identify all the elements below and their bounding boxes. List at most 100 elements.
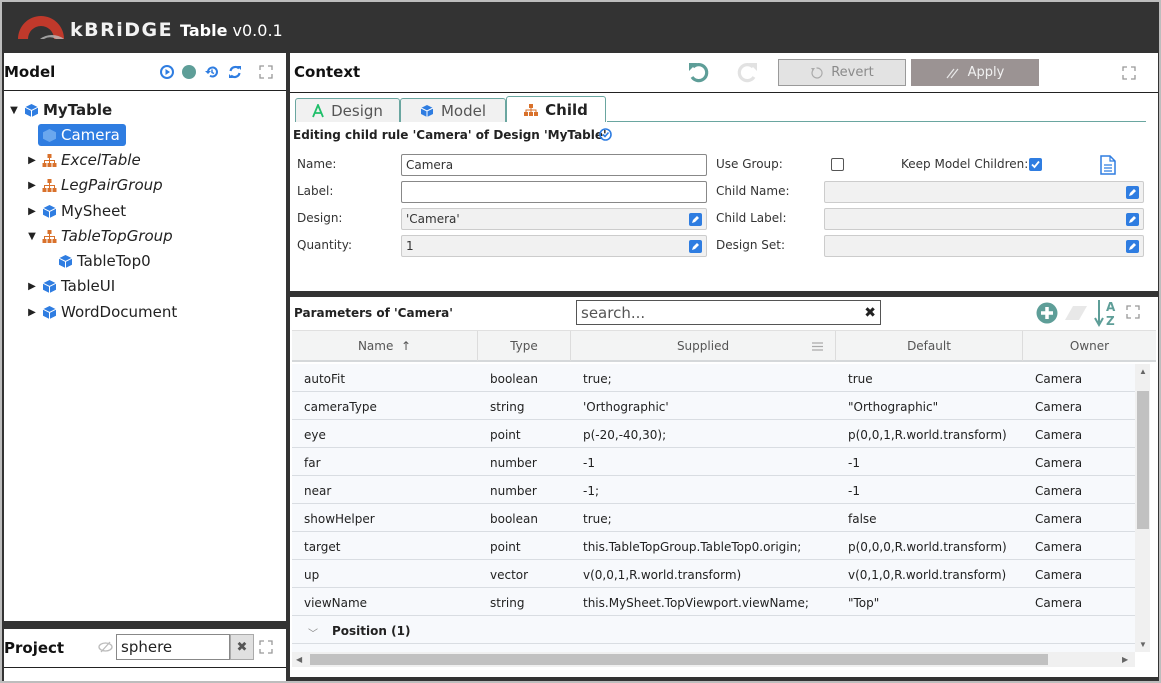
tree-item-tabletopgroup[interactable]: ▼ TableTopGroup [26, 225, 173, 247]
quantity-input[interactable]: 1 [401, 235, 707, 257]
parameter-row[interactable]: autoFit boolean true; true Camera [292, 364, 1135, 392]
vertical-scroll-thumb[interactable] [1137, 391, 1149, 529]
tree-item-tableui[interactable]: ▶ TableUI [26, 275, 115, 297]
tab-child[interactable]: Child [506, 96, 606, 122]
expand-icon[interactable] [1126, 305, 1140, 319]
history-icon[interactable] [205, 65, 219, 79]
scroll-left-icon[interactable]: ◀ [296, 655, 302, 664]
child-label-input[interactable] [824, 208, 1144, 230]
tree-item-tabletop0[interactable]: TableTop0 [42, 250, 151, 272]
check-circle-icon[interactable] [599, 128, 612, 141]
column-header-type[interactable]: Type [478, 331, 571, 361]
tree-item-mytable[interactable]: ▼ MyTable [8, 99, 112, 121]
caret-down-icon[interactable]: ▼ [26, 231, 38, 242]
design-a-icon [312, 103, 324, 117]
edit-child-label-pencil-icon[interactable] [1126, 213, 1139, 226]
group-row-position[interactable]: ﹀ Position (1) [292, 616, 1135, 644]
cell-supplied[interactable]: this.TableTopGroup.TableTop0.origin; [583, 540, 801, 554]
caret-right-icon[interactable]: ▶ [26, 155, 38, 166]
caret-down-icon[interactable]: ▼ [8, 105, 20, 116]
cube-icon [42, 279, 57, 294]
refresh-icon[interactable] [228, 65, 242, 79]
horizontal-scroll-thumb[interactable] [310, 654, 1048, 665]
parameter-row[interactable]: cameraType string 'Orthographic' "Orthograp… [292, 392, 1135, 420]
vertical-scrollbar[interactable]: ▲ ▼ [1135, 364, 1150, 652]
hierarchy-icon [524, 103, 539, 116]
project-search-input[interactable]: sphere [116, 634, 230, 660]
cell-supplied[interactable]: v(0,0,1,R.world.transform) [583, 568, 741, 582]
cell-name: target [304, 540, 341, 554]
design-set-input[interactable] [824, 235, 1144, 257]
tree-item-label: Camera [61, 126, 120, 144]
redo-icon[interactable] [735, 60, 759, 84]
column-header-default[interactable]: Default [836, 331, 1023, 361]
edit-quantity-pencil-icon[interactable] [689, 240, 702, 253]
parameter-row[interactable]: viewName string this.MySheet.TopViewport.v… [292, 588, 1135, 616]
search-clear-icon[interactable]: ✖ [864, 305, 876, 321]
edit-child-name-pencil-icon[interactable] [1126, 186, 1139, 199]
cell-type: boolean [490, 512, 538, 526]
cell-supplied[interactable]: true; [583, 372, 612, 386]
scroll-down-icon[interactable]: ▼ [1139, 640, 1147, 649]
tree-item-mysheet[interactable]: ▶ MySheet [26, 200, 126, 222]
parameter-row[interactable]: far number -1 -1 Camera [292, 448, 1135, 476]
app-title: Table v0.0.1 [180, 21, 283, 40]
design-input[interactable]: 'Camera' [401, 208, 707, 230]
column-header-name[interactable]: Name ↑ [292, 331, 478, 361]
tree-item-camera[interactable]: Camera [38, 124, 126, 146]
parameter-row[interactable]: up vector v(0,0,1,R.world.transform) v(0,1,… [292, 560, 1135, 588]
cell-supplied[interactable]: 'Orthographic' [583, 400, 669, 414]
keep-model-children-checkbox[interactable] [1029, 158, 1042, 171]
document-icon[interactable] [1100, 155, 1116, 175]
cell-name: up [304, 568, 320, 582]
cell-supplied[interactable]: this.MySheet.TopViewport.viewName; [583, 596, 809, 610]
column-menu-icon[interactable] [812, 342, 823, 351]
expand-icon[interactable] [1122, 66, 1136, 80]
horizontal-scrollbar[interactable]: ◀ ▶ [292, 652, 1135, 667]
caret-right-icon[interactable]: ▶ [26, 307, 38, 318]
cell-supplied[interactable]: p(-20,-40,30); [583, 428, 666, 442]
edit-design-pencil-icon[interactable] [689, 213, 702, 226]
name-input[interactable]: Camera [401, 154, 707, 176]
caret-right-icon[interactable]: ▶ [26, 206, 38, 217]
add-parameter-icon[interactable] [1036, 302, 1058, 324]
cell-supplied[interactable]: true; [583, 512, 612, 526]
project-search-clear-button[interactable]: ✖ [230, 634, 254, 660]
scroll-up-icon[interactable]: ▲ [1139, 367, 1147, 376]
eye-slash-icon[interactable] [98, 641, 113, 653]
tree-item-worddocument[interactable]: ▶ WordDocument [26, 301, 177, 323]
use-group-checkbox[interactable] [831, 158, 844, 171]
tab-model[interactable]: Model [400, 98, 506, 122]
parameter-row[interactable]: eye point p(-20,-40,30); p(0,0,1,R.world.tr… [292, 420, 1135, 448]
column-name-label: Name [357, 339, 394, 353]
chevron-down-icon[interactable]: ﹀ [308, 625, 318, 640]
edit-design-set-pencil-icon[interactable] [1126, 240, 1139, 253]
eraser-icon[interactable] [1063, 304, 1089, 322]
cell-supplied[interactable]: -1; [583, 484, 599, 498]
parameter-row[interactable]: target point this.TableTopGroup.TableTop0.… [292, 532, 1135, 560]
caret-right-icon[interactable]: ▶ [26, 180, 38, 191]
parameters-search-input[interactable]: search... ✖ [576, 300, 881, 325]
column-header-owner[interactable]: Owner [1023, 331, 1156, 361]
expand-icon[interactable] [259, 65, 273, 79]
child-name-input[interactable] [824, 181, 1144, 203]
caret-right-icon[interactable]: ▶ [26, 281, 38, 292]
apply-button[interactable]: Apply [911, 59, 1039, 86]
parameter-row[interactable]: showHelper boolean true; false Camera [292, 504, 1135, 532]
play-circle-icon[interactable] [160, 65, 174, 79]
column-header-supplied[interactable]: Supplied [571, 331, 836, 361]
tree-item-label: MyTable [43, 101, 113, 119]
label-input[interactable] [401, 181, 707, 203]
tree-item-exceltable[interactable]: ▶ ExcelTable [26, 149, 141, 171]
revert-button[interactable]: Revert [778, 59, 906, 86]
scroll-right-icon[interactable]: ▶ [1122, 655, 1128, 664]
tree-item-legpairgroup[interactable]: ▶ LegPairGroup [26, 174, 163, 196]
undo-icon[interactable] [687, 60, 711, 84]
tab-design[interactable]: Design [295, 98, 400, 122]
sort-az-icon[interactable]: AZ [1094, 299, 1120, 327]
parameters-title: Parameters of 'Camera' [294, 306, 453, 320]
hierarchy-icon [42, 153, 57, 168]
cell-supplied[interactable]: -1 [583, 456, 595, 470]
expand-icon[interactable] [259, 640, 273, 654]
parameter-row[interactable]: near number -1; -1 Camera [292, 476, 1135, 504]
